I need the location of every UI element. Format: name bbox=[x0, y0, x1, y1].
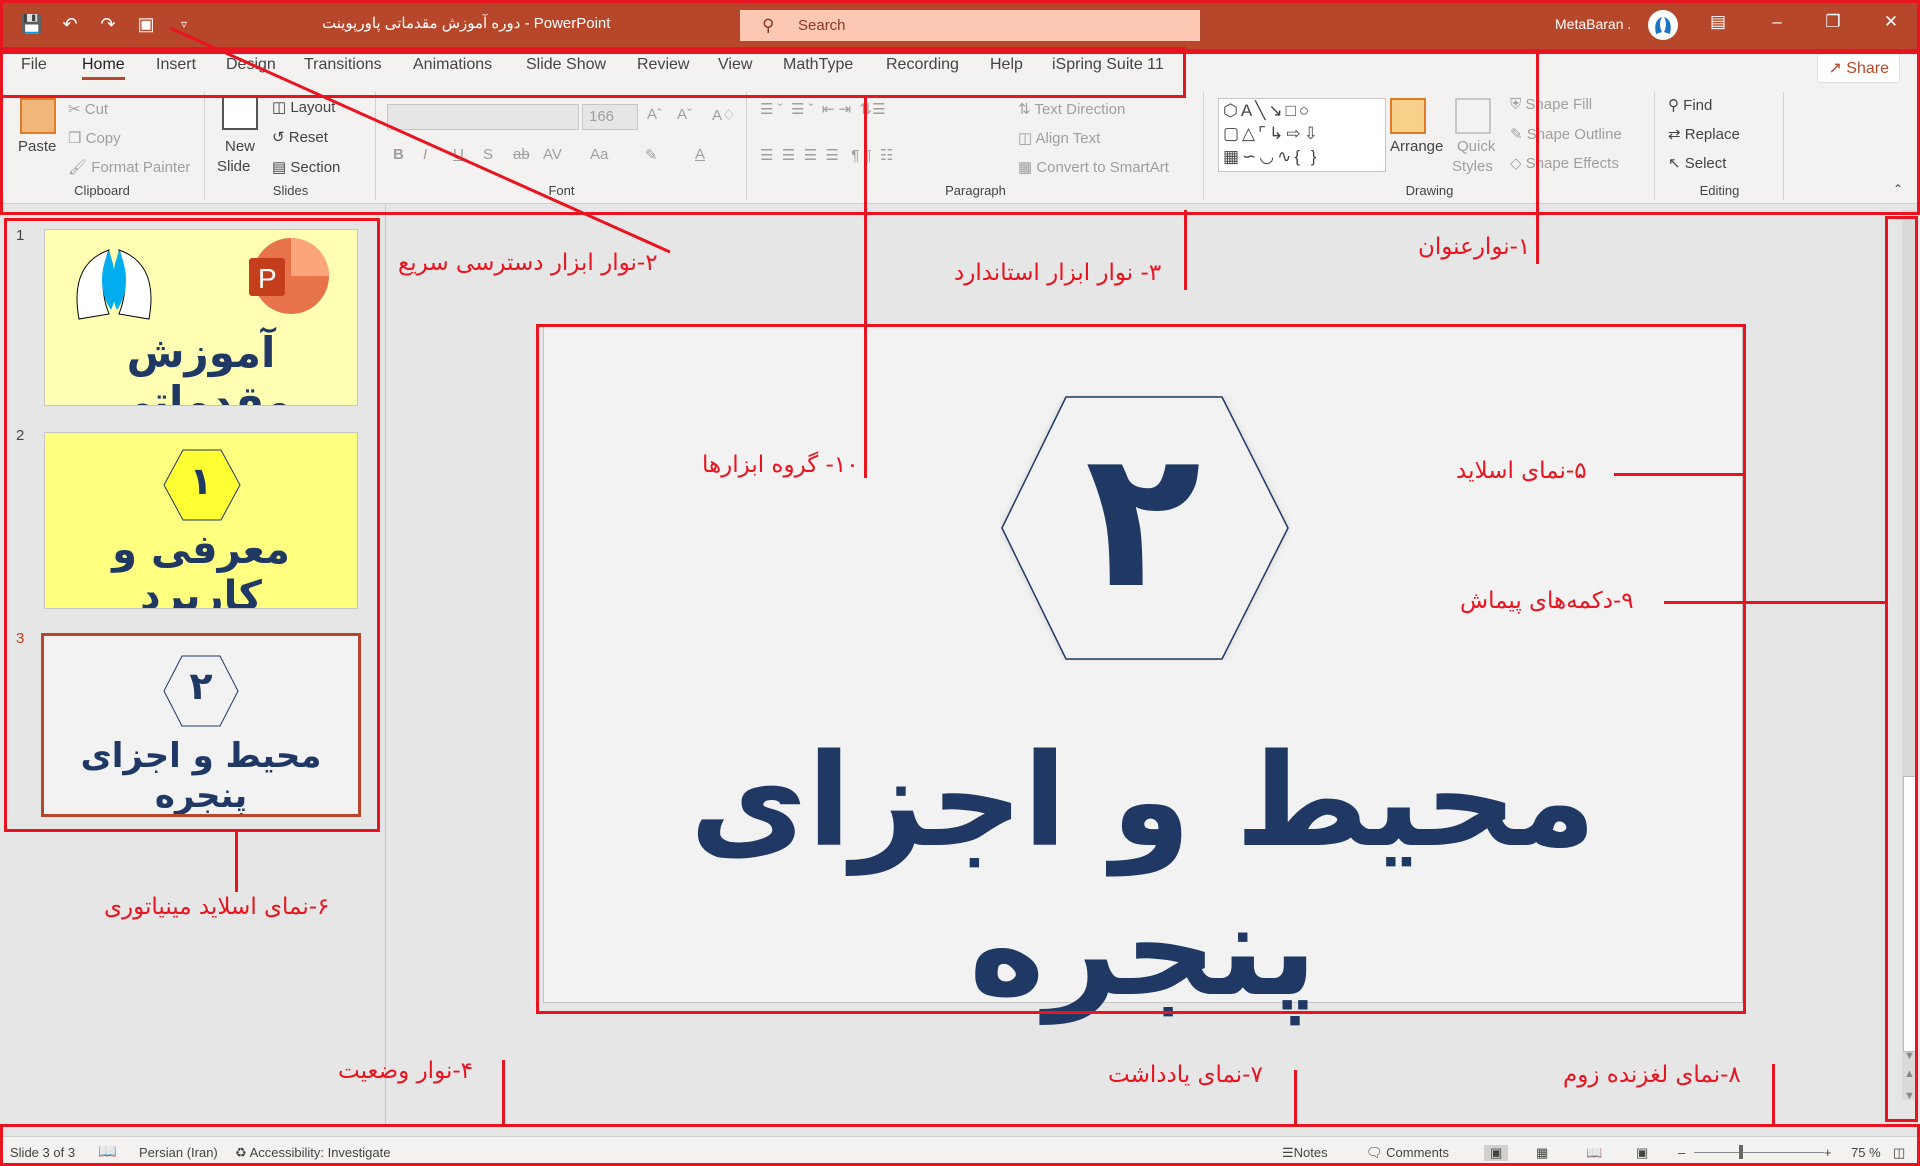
annotation-line bbox=[1664, 601, 1886, 604]
annotation-line bbox=[1294, 1070, 1297, 1126]
annotation-label-4: ۴-نوار وضعیت bbox=[338, 1058, 474, 1084]
annotation-line bbox=[235, 832, 238, 892]
annotation-line bbox=[1772, 1064, 1775, 1126]
annotation-box-scroll bbox=[1885, 216, 1918, 1122]
annotation-box-status bbox=[0, 1124, 1920, 1166]
annotation-line bbox=[1614, 473, 1746, 476]
annotation-line bbox=[864, 98, 867, 478]
annotation-label-10: ۱۰- گروه ابزارها bbox=[702, 452, 859, 478]
annotation-label-2: ۲-نوار ابزار دسترسی سریع bbox=[398, 250, 658, 276]
annotation-label-9: ۹-دکمه‌های پیماش bbox=[1460, 588, 1634, 614]
annotation-label-1: ۱-نوارعنوان bbox=[1418, 234, 1531, 260]
annotation-label-6: ۶-نمای اسلاید مینیاتوری bbox=[104, 894, 330, 920]
annotation-line bbox=[502, 1060, 505, 1124]
annotation-diagonal bbox=[169, 26, 671, 254]
annotation-label-3: ۳- نوار ابزار استاندارد bbox=[954, 260, 1162, 286]
annotation-label-5: ۵-نمای اسلاید bbox=[1456, 458, 1587, 484]
annotation-box-thumbnails bbox=[4, 218, 380, 832]
annotation-label-8: ۸-نمای لغزنده زوم bbox=[1563, 1062, 1741, 1088]
annotation-line bbox=[1184, 210, 1187, 290]
annotation-box-slide bbox=[536, 324, 1746, 1014]
annotation-line bbox=[1536, 52, 1539, 264]
annotation-label-7: ۷-نمای یادداشت bbox=[1108, 1062, 1263, 1088]
